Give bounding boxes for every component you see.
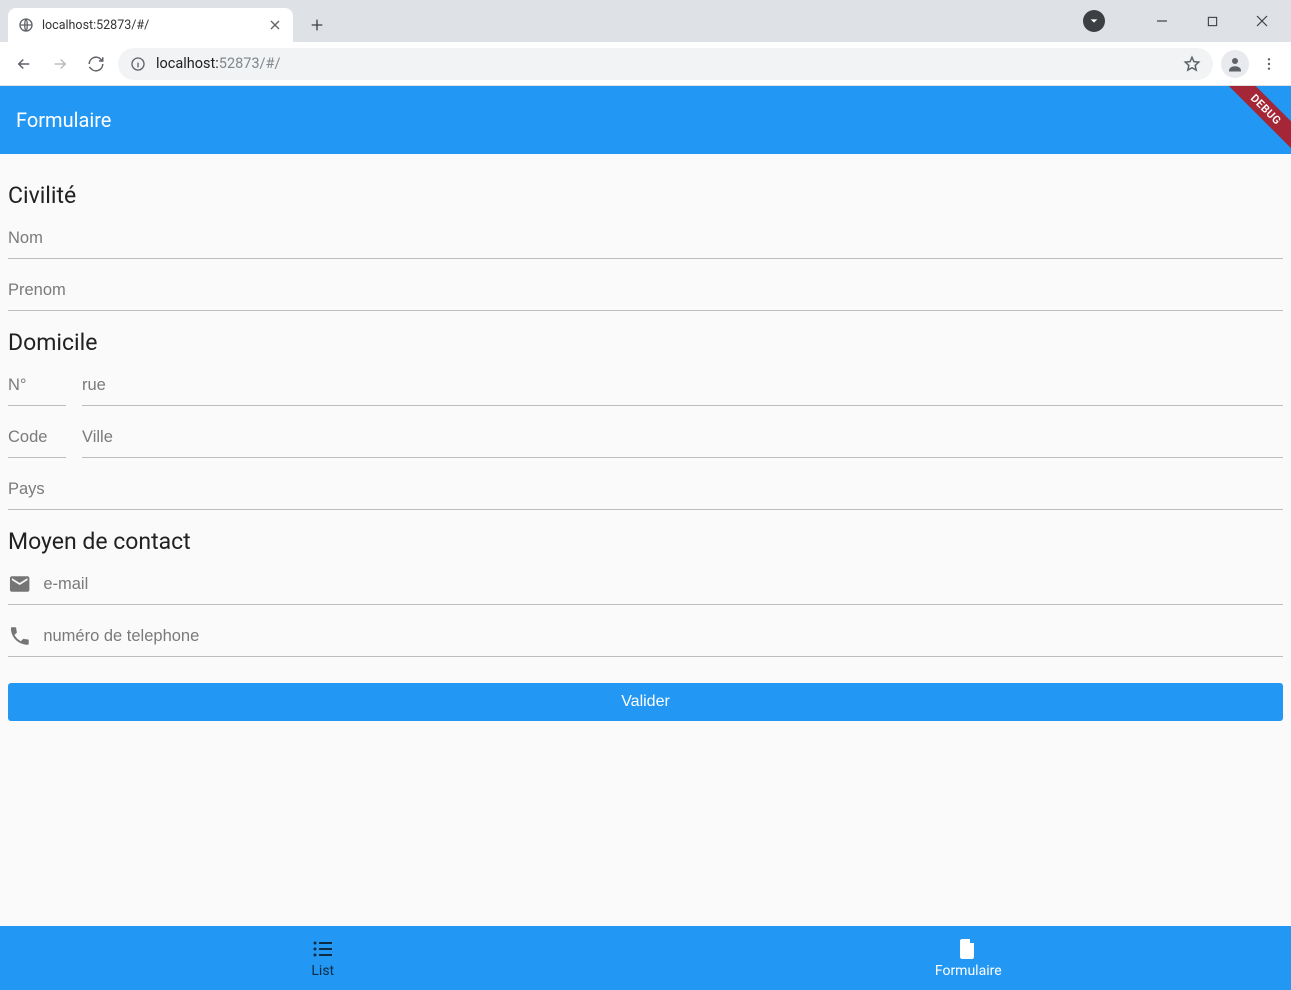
debug-banner: DEBUG [1218,86,1291,158]
field-prenom[interactable] [8,269,1283,311]
field-ville[interactable] [82,416,1283,458]
nav-label-formulaire: Formulaire [935,963,1002,979]
field-numero[interactable] [8,364,66,406]
phone-input[interactable] [43,619,1283,652]
browser-tab[interactable]: localhost:52873/#/ [8,8,293,42]
rue-input[interactable] [82,368,1283,401]
field-nom[interactable] [8,217,1283,259]
code-input[interactable] [8,420,66,453]
document-icon [956,937,980,961]
plus-icon [309,17,325,33]
extension-icon[interactable] [1083,10,1105,32]
field-phone[interactable] [8,615,1283,657]
section-domicile-title: Domicile [8,329,1283,356]
submit-button[interactable]: Valider [8,683,1283,721]
app-title: Formulaire [16,108,111,132]
app-viewport: Formulaire DEBUG Civilité Domicile [0,86,1291,990]
minimize-button[interactable] [1139,6,1185,36]
profile-button[interactable] [1221,50,1249,78]
kebab-icon [1261,56,1277,72]
ville-input[interactable] [82,420,1283,453]
list-icon [311,937,335,961]
phone-icon [8,624,31,648]
close-icon [1256,15,1268,27]
address-bar[interactable]: localhost:52873/#/ [118,48,1213,80]
close-icon[interactable] [267,17,283,33]
reload-icon [87,55,105,73]
form-content: Civilité Domicile Moyen de [0,154,1291,926]
numero-input[interactable] [8,368,66,401]
browser-menu-button[interactable] [1257,52,1281,76]
nav-item-list[interactable]: List [0,926,646,990]
field-code[interactable] [8,416,66,458]
field-email[interactable] [8,563,1283,605]
person-icon [1226,55,1244,73]
prenom-input[interactable] [8,273,1283,306]
nav-label-list: List [311,963,334,979]
mail-icon [8,572,31,596]
section-contact-title: Moyen de contact [8,528,1283,555]
info-icon [130,56,146,72]
close-window-button[interactable] [1239,6,1285,36]
url-text: localhost:52873/#/ [156,55,1173,72]
nav-item-formulaire[interactable]: Formulaire [646,926,1291,990]
minimize-icon [1156,15,1168,27]
back-button[interactable] [10,50,38,78]
browser-toolbar: localhost:52873/#/ [0,42,1291,86]
pays-input[interactable] [8,472,1283,505]
reload-button[interactable] [82,50,110,78]
globe-icon [18,17,34,33]
bookmark-star-icon[interactable] [1183,55,1201,73]
maximize-icon [1207,16,1218,27]
tab-strip: localhost:52873/#/ [0,0,1291,42]
bottom-nav: List Formulaire [0,926,1291,990]
nom-input[interactable] [8,221,1283,254]
app-bar: Formulaire DEBUG [0,86,1291,154]
field-pays[interactable] [8,468,1283,510]
browser-chrome: localhost:52873/#/ localhost:52873/#/ [0,0,1291,86]
tab-title: localhost:52873/#/ [42,18,259,33]
chevron-down-icon [1089,16,1099,26]
email-input[interactable] [43,567,1283,600]
section-civilite-title: Civilité [8,182,1283,209]
forward-button [46,50,74,78]
arrow-right-icon [51,55,69,73]
field-rue[interactable] [82,364,1283,406]
window-controls [1083,0,1285,42]
new-tab-button[interactable] [303,11,331,39]
arrow-left-icon [15,55,33,73]
maximize-button[interactable] [1189,6,1235,36]
